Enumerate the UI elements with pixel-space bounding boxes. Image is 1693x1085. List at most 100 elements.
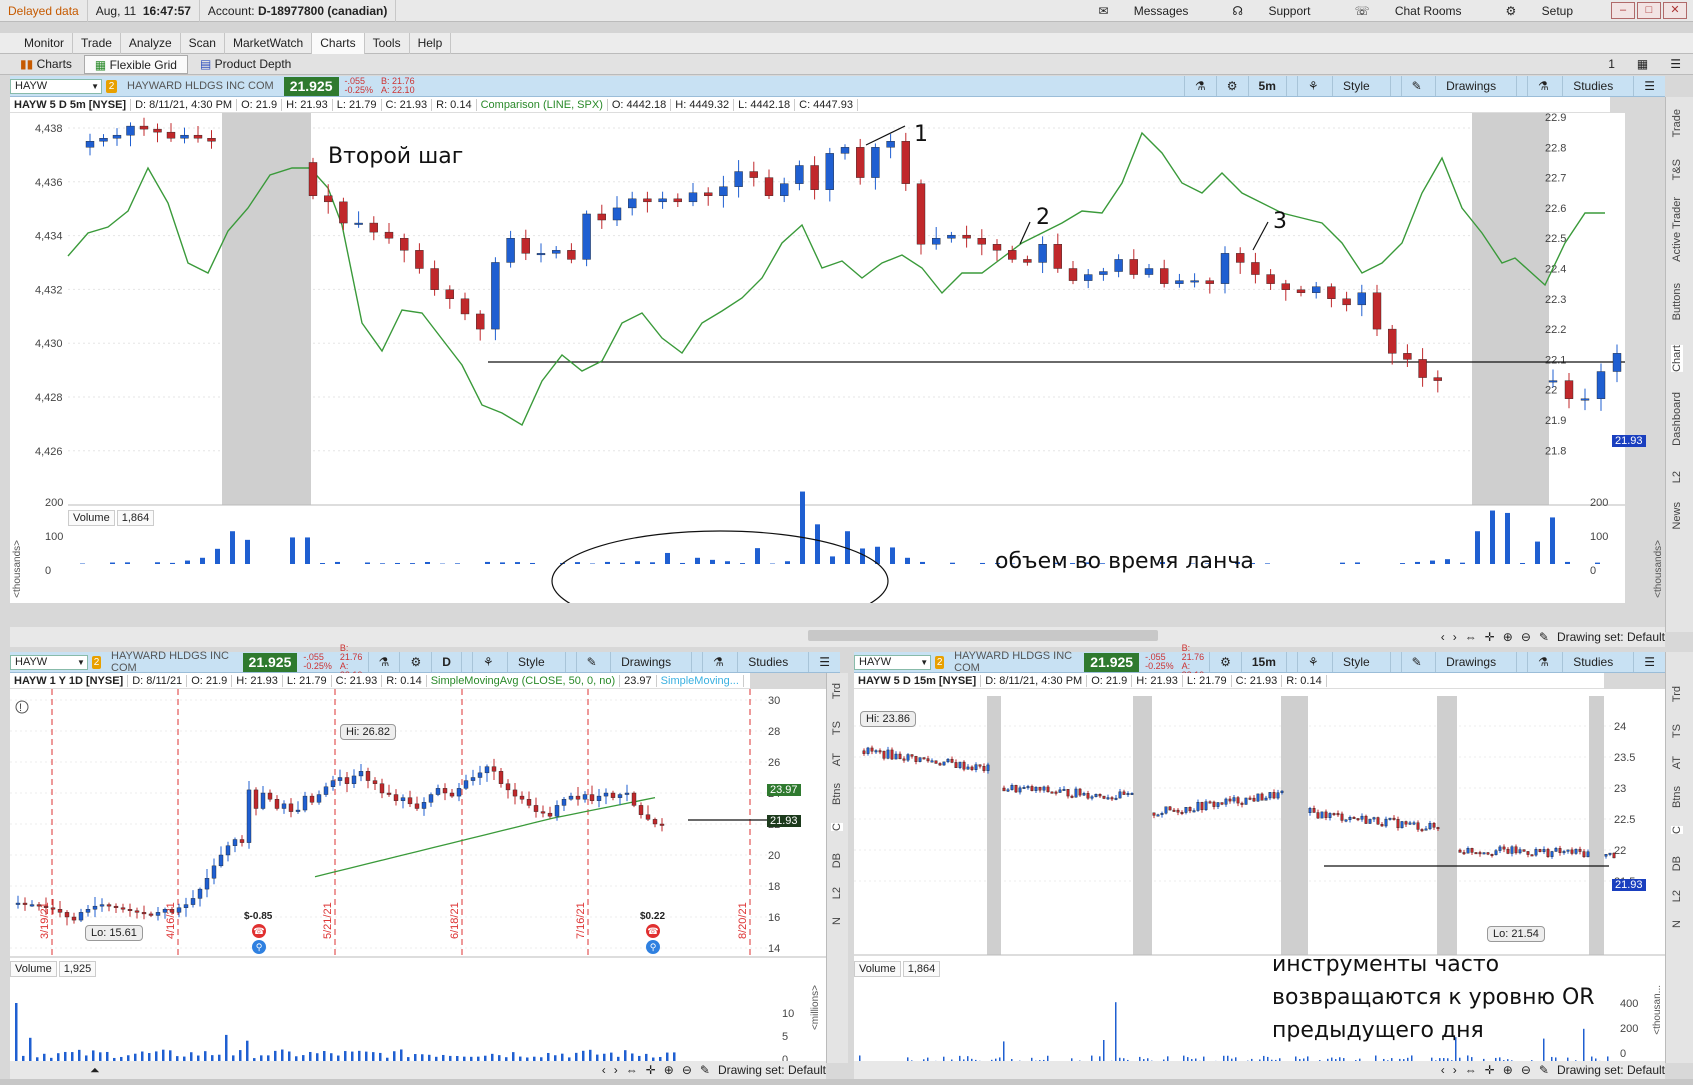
right-menu-lines-icon[interactable]: ☰ <box>1633 652 1665 672</box>
scroll-left-icon[interactable]: ‹ <box>1441 630 1445 644</box>
dividend-icon[interactable]: ⚲ <box>646 940 660 954</box>
scroll-left-icon[interactable]: ‹ <box>1441 1063 1445 1077</box>
crosshair-icon[interactable]: ✛ <box>1485 630 1495 644</box>
left-gear-icon[interactable]: ⚙ <box>399 652 431 672</box>
menu-help[interactable]: Help <box>410 32 452 54</box>
left-aggregation[interactable]: D <box>431 652 461 672</box>
account-selector[interactable]: Account: D-18977800 (canadian) <box>200 0 397 22</box>
drawing-set[interactable]: Drawing set: Default <box>1557 630 1665 644</box>
left-side-n[interactable]: N <box>831 917 843 925</box>
right-side-n[interactable]: N <box>1671 920 1683 928</box>
right-style-menu[interactable]: ⚘ Style <box>1285 652 1390 672</box>
left-studies-menu[interactable]: ⚗ Studies <box>691 652 808 672</box>
right-symbol-input[interactable]: HAYW <box>854 654 932 670</box>
pan-icon[interactable]: ⇔ <box>626 1063 638 1077</box>
left-side-ts[interactable]: TS <box>831 721 843 735</box>
left-side-c[interactable]: C <box>831 823 843 831</box>
left-flask-icon[interactable]: ⚗ <box>367 652 400 672</box>
aggregation-selector[interactable]: 5m <box>1247 76 1286 96</box>
menu-marketwatch[interactable]: MarketWatch <box>225 32 313 54</box>
subtab-flexible-grid[interactable]: ▦ Flexible Grid <box>83 54 188 74</box>
left-style-menu[interactable]: ⚘ Style <box>460 652 565 672</box>
earnings-icon[interactable]: ☎ <box>252 924 266 938</box>
menu-monitor[interactable]: Monitor <box>16 32 74 54</box>
setup-button[interactable]: ⚙ Setup <box>1484 4 1573 18</box>
link-badge[interactable]: 2 <box>106 79 117 93</box>
right-side-l2[interactable]: L2 <box>1671 890 1683 902</box>
right-drawings-menu[interactable]: ✎ Drawings <box>1389 652 1516 672</box>
scroll-right-icon[interactable]: › <box>1453 630 1457 644</box>
left-side-btns[interactable]: Btns <box>831 783 843 805</box>
right-side-btns[interactable]: Btns <box>1671 786 1683 808</box>
support-button[interactable]: ☊ Support <box>1210 4 1310 18</box>
menu-scan[interactable]: Scan <box>181 32 225 54</box>
pan-icon[interactable]: ⇔ <box>1465 630 1477 644</box>
flask-icon[interactable]: ⚗ <box>1184 76 1216 96</box>
right-aggregation[interactable]: 15m <box>1240 652 1286 672</box>
zoom-out-icon[interactable]: ⊖ <box>1521 1063 1531 1077</box>
earnings-icon[interactable]: ☎ <box>646 924 660 938</box>
zoom-out-icon[interactable]: ⊖ <box>1521 630 1531 644</box>
zoom-in-icon[interactable]: ⊕ <box>1503 1063 1513 1077</box>
right-studies-menu[interactable]: ⚗ Studies <box>1516 652 1633 672</box>
layout-grid-icon[interactable]: ▦ <box>1627 55 1658 74</box>
zoom-in-icon[interactable]: ⊕ <box>664 1063 674 1077</box>
scroll-right-icon[interactable]: › <box>614 1063 618 1077</box>
pencil-icon[interactable]: ✎ <box>1539 1063 1549 1077</box>
zoom-out-icon[interactable]: ⊖ <box>682 1063 692 1077</box>
style-menu[interactable]: ⚘ Style <box>1285 76 1390 96</box>
right-side-at[interactable]: AT <box>1671 756 1683 769</box>
left-side-db[interactable]: DB <box>831 853 843 868</box>
messages-button[interactable]: ✉ Messages <box>1076 4 1188 18</box>
studies-menu[interactable]: ⚗ Studies <box>1516 76 1633 96</box>
collapse-icon[interactable]: ⏶ <box>90 1063 100 1078</box>
side-tab-l2[interactable]: L2 <box>1671 471 1683 483</box>
scroll-right-icon[interactable]: › <box>1453 1063 1457 1077</box>
right-link-badge[interactable]: 2 <box>935 655 945 669</box>
main-scrollbar-thumb[interactable] <box>808 630 1158 641</box>
right-drawing-set[interactable]: Drawing set: Default <box>1557 1063 1665 1077</box>
main-chart-canvas[interactable]: 4,438 4,436 4,434 4,432 4,430 4,428 4,426 22.9… <box>10 113 1625 603</box>
left-chart-canvas[interactable]: 3/19/21 4/16/21 5/21/21 6/18/21 7/16/21 8/20/… <box>10 689 826 1067</box>
right-gear-icon[interactable]: ⚙ <box>1209 652 1241 672</box>
side-tab-active-trader[interactable]: Active Trader <box>1671 197 1683 262</box>
right-side-ts[interactable]: TS <box>1671 724 1683 738</box>
dividend-icon[interactable]: ⚲ <box>252 940 266 954</box>
right-side-c[interactable]: C <box>1671 826 1683 834</box>
menu-charts[interactable]: Charts <box>312 32 365 54</box>
left-side-trd[interactable]: Trd <box>831 683 843 699</box>
pencil-icon[interactable]: ✎ <box>1539 630 1549 644</box>
pencil-icon[interactable]: ✎ <box>700 1063 710 1077</box>
subtab-charts[interactable]: ▮▮ Charts <box>10 55 82 74</box>
left-drawing-set[interactable]: Drawing set: Default <box>718 1063 826 1077</box>
side-tab-dashboard[interactable]: Dashboard <box>1671 392 1683 446</box>
minimize-button[interactable]: – <box>1611 2 1635 19</box>
subtab-product-depth[interactable]: ▤ Product Depth <box>190 55 301 74</box>
crosshair-icon[interactable]: ✛ <box>1485 1063 1495 1077</box>
menu-lines-icon[interactable]: ☰ <box>1660 55 1691 74</box>
side-tab-trade[interactable]: Trade <box>1671 109 1683 137</box>
side-tab-ts[interactable]: T&S <box>1671 159 1683 180</box>
left-symbol-input[interactable]: HAYW <box>10 654 88 670</box>
crosshair-icon[interactable]: ✛ <box>646 1063 656 1077</box>
symbol-input[interactable]: HAYW <box>10 78 102 94</box>
close-button[interactable]: ✕ <box>1663 2 1687 19</box>
menu-tools[interactable]: Tools <box>365 32 410 54</box>
left-side-at[interactable]: AT <box>831 753 843 766</box>
zoom-in-icon[interactable]: ⊕ <box>1503 630 1513 644</box>
right-side-trd[interactable]: Trd <box>1671 686 1683 702</box>
left-link-badge[interactable]: 2 <box>91 655 102 669</box>
pan-icon[interactable]: ⇔ <box>1465 1063 1477 1077</box>
chat-rooms-button[interactable]: ☏ Chat Rooms <box>1332 4 1461 18</box>
menu-trade[interactable]: Trade <box>73 32 121 54</box>
left-side-l2[interactable]: L2 <box>831 887 843 899</box>
left-drawings-menu[interactable]: ✎ Drawings <box>564 652 691 672</box>
right-side-db[interactable]: DB <box>1671 856 1683 871</box>
drawings-menu[interactable]: ✎ Drawings <box>1389 76 1516 96</box>
maximize-button[interactable]: □ <box>1637 2 1661 19</box>
menu-lines-icon[interactable]: ☰ <box>1633 76 1665 96</box>
menu-analyze[interactable]: Analyze <box>121 32 181 54</box>
settings-gear-icon[interactable]: ⚙ <box>1215 76 1248 96</box>
left-menu-lines-icon[interactable]: ☰ <box>808 652 840 672</box>
side-tab-buttons[interactable]: Buttons <box>1671 283 1683 320</box>
